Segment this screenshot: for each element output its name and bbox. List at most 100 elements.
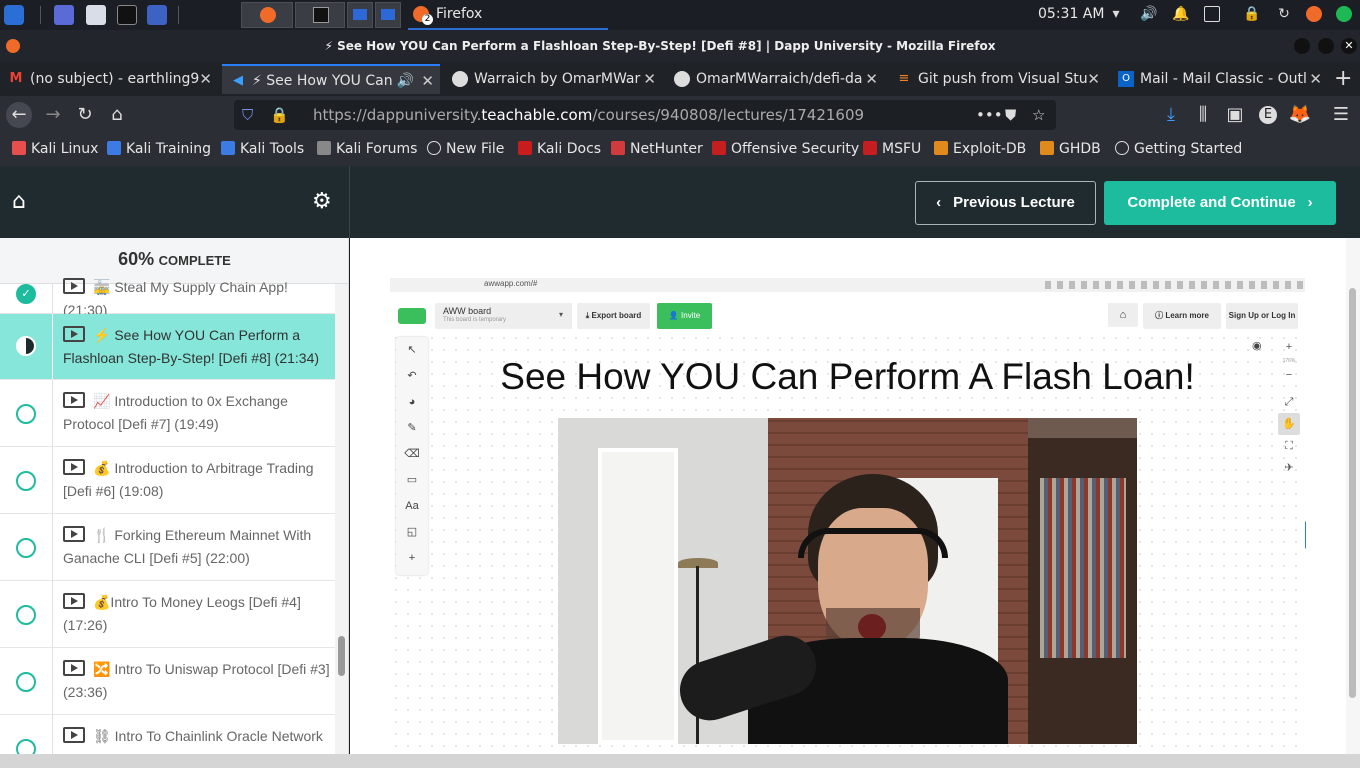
aww-home-button: ⌂ (1108, 303, 1138, 327)
tab-github-1[interactable]: Warraich by OmarMWar ✕ (444, 64, 662, 94)
maximize-button[interactable] (1318, 38, 1334, 54)
notification-bell-icon[interactable]: 🔔 (1172, 6, 1189, 22)
bookmark-kali-forums[interactable]: Kali Forums (317, 141, 417, 157)
close-tab-icon[interactable]: ✕ (1309, 64, 1322, 94)
lecture-item[interactable]: 💰 Introduction to Arbitrage Trading [Defi… (0, 447, 335, 514)
complete-and-continue-button[interactable]: Complete and Continue › (1104, 181, 1336, 225)
workspace-icon[interactable] (54, 5, 74, 25)
globe-icon (427, 141, 441, 155)
wifi-icon[interactable]: ▾ (1108, 6, 1124, 22)
video-icon (63, 326, 85, 342)
video-icon (63, 727, 85, 743)
screen-recorder-icon[interactable] (147, 5, 167, 25)
sidebar-scrollbar[interactable] (335, 284, 348, 754)
page-actions-icon[interactable]: ••• (976, 100, 1003, 130)
lecture-item[interactable]: 📈 Introduction to 0x Exchange Protocol [D… (0, 380, 335, 447)
tab-github-2[interactable]: OmarMWarraich/defi-da ✕ (666, 64, 884, 94)
url-text[interactable]: https://dappuniversity.teachable.com/cou… (313, 100, 864, 130)
metamask-icon[interactable]: 🦊 (1287, 102, 1313, 128)
sidebar-toggle-icon[interactable]: ▣ (1222, 102, 1248, 128)
extension-e-icon[interactable]: E (1255, 102, 1281, 128)
video-player[interactable]: awwapp.com/# AWW board This board is tem… (390, 270, 1305, 754)
hamburger-menu-icon[interactable]: ☰ (1328, 102, 1354, 128)
aww-pencil-icon: ✎ (407, 422, 417, 434)
course-home-icon[interactable]: ⌂ (12, 190, 36, 214)
reload-icon[interactable]: ↻ (72, 102, 98, 128)
clock[interactable]: 05:31 AM (1038, 6, 1104, 22)
taskbar-active-window[interactable]: 2 Firefox (408, 0, 608, 30)
lecture-item[interactable]: 🍴 Forking Ethereum Mainnet With Ganache C… (0, 514, 335, 581)
lecture-item[interactable]: 💰Intro To Money Leogs [Defi #4] (17:26) (0, 581, 335, 648)
forward-icon[interactable]: → (40, 102, 66, 128)
taskbar-window-4[interactable] (375, 2, 401, 28)
github-icon (674, 71, 690, 87)
bookmark-ghdb[interactable]: GHDB (1040, 141, 1101, 157)
close-window-button[interactable]: ✕ (1341, 38, 1357, 54)
battery-icon[interactable] (1204, 6, 1220, 22)
tab-current-lecture[interactable]: ◀ ⚡ See How YOU Can 🔊 ✕ (222, 64, 440, 94)
refresh-icon[interactable]: ↻ (1276, 6, 1292, 22)
bookmark-star-icon[interactable]: ☆ (1032, 100, 1045, 130)
speaker-icon[interactable]: 🔊 (397, 66, 414, 94)
scrollbar-thumb[interactable] (1349, 288, 1356, 698)
home-icon[interactable]: ⌂ (104, 102, 130, 128)
previous-lecture-button[interactable]: ‹ Previous Lecture (915, 181, 1096, 225)
bookmark-new-file[interactable]: New File (427, 141, 504, 157)
item-divider (52, 314, 53, 379)
bookmark-kali-docs[interactable]: Kali Docs (518, 141, 601, 157)
url-path: /courses/940808/lectures/17421609 (592, 106, 865, 124)
scrollbar-thumb[interactable] (338, 636, 345, 676)
close-tab-icon[interactable]: ✕ (865, 64, 878, 94)
kali-docs-icon (518, 141, 532, 155)
pocket-icon[interactable]: ⛊ (1005, 100, 1016, 130)
content-scrollbar[interactable] (1346, 238, 1360, 754)
aww-board-sub: This board is temporary (443, 317, 507, 323)
os-taskbar: 2 Firefox 05:31 AM ▾ 🔊 🔔 🔒 ↻ (0, 0, 1360, 30)
new-tab-icon[interactable]: + (1334, 66, 1352, 91)
tab-outlook[interactable]: O Mail - Mail Classic - Outl ✕ (1110, 64, 1328, 94)
close-tab-icon[interactable]: ✕ (1087, 64, 1100, 94)
taskbar-firefox-window[interactable] (241, 2, 293, 28)
close-tab-icon[interactable]: ✕ (643, 64, 656, 94)
aww-signup-button: Sign Up or Log In (1226, 303, 1298, 329)
window-title: ⚡ See How YOU Can Perform a Flashloan St… (324, 39, 996, 53)
settings-gear-icon[interactable]: ⚙ (312, 190, 336, 214)
downloads-icon[interactable]: ⤓ (1158, 102, 1184, 128)
bookmark-msfu[interactable]: MSFU (863, 141, 921, 157)
bookmark-kali-linux[interactable]: Kali Linux (12, 141, 98, 157)
bookmark-nethunter[interactable]: NetHunter (611, 141, 703, 157)
tab-label: (no subject) - earthling9 (30, 71, 200, 87)
lecture-item[interactable]: ⛓ Intro To Chainlink Oracle Network (0, 715, 335, 754)
bookmark-offensive-security[interactable]: Offensive Security (712, 141, 859, 157)
firefox-tray-icon[interactable] (1306, 6, 1322, 22)
bookmark-exploit-db[interactable]: Exploit-DB (934, 141, 1026, 157)
lecture-item-current[interactable]: ⚡ See How YOU Can Perform a Flashloan Ste… (0, 314, 335, 380)
padlock-icon[interactable]: 🔒 (270, 100, 289, 130)
item-divider (52, 581, 53, 647)
lecture-item[interactable]: 🔀 Intro To Uniswap Protocol [Defi #3] (23… (0, 648, 335, 715)
minimize-button[interactable] (1294, 38, 1310, 54)
address-bar[interactable]: ⛉ 🔒 https://dappuniversity.teachable.com… (234, 100, 1056, 130)
bookmark-getting-started[interactable]: Getting Started (1115, 141, 1242, 157)
back-icon[interactable]: ← (6, 102, 32, 128)
tab-gmail[interactable]: M (no subject) - earthling9 ✕ (0, 64, 218, 94)
file-manager-icon[interactable] (86, 5, 106, 25)
kali-menu-icon[interactable] (4, 5, 24, 25)
aww-eraser-icon: ⌫ (404, 448, 420, 460)
library-icon[interactable]: ⫼ (1190, 102, 1216, 128)
bookmark-kali-tools[interactable]: Kali Tools (221, 141, 304, 157)
taskbar-terminal-window[interactable] (295, 2, 345, 28)
aww-board-selector: AWW board This board is temporary ▾ (435, 303, 572, 329)
tab-stackoverflow[interactable]: ≡ Git push from Visual Stu ✕ (888, 64, 1106, 94)
close-tab-icon[interactable]: ✕ (421, 66, 434, 94)
bookmark-kali-training[interactable]: Kali Training (107, 141, 211, 157)
lecture-item[interactable]: ✓ 🚋 Steal My Supply Chain App! (21:30) (0, 278, 335, 318)
terminal-icon[interactable] (117, 5, 137, 25)
shield-icon[interactable]: ⛉ (242, 100, 253, 130)
presenter-webcam (558, 418, 1137, 744)
taskbar-window-3[interactable] (347, 2, 373, 28)
spotify-icon[interactable] (1336, 6, 1352, 22)
lock-icon[interactable]: 🔒 (1243, 6, 1260, 22)
volume-icon[interactable]: 🔊 (1140, 6, 1157, 22)
close-tab-icon[interactable]: ✕ (199, 64, 212, 94)
